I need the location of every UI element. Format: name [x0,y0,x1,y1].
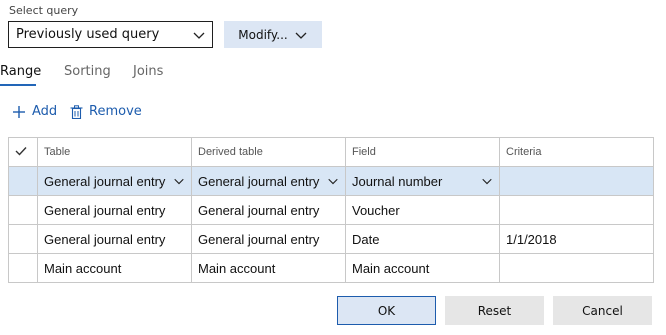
table-row[interactable]: General journal entry General journal en… [8,195,654,225]
criteria-cell[interactable] [499,166,654,196]
derived-table-cell[interactable]: General journal entry [191,166,346,196]
range-grid: Table Derived table Field Criteria Gener… [8,137,654,283]
criteria-cell[interactable] [499,195,654,225]
field-cell[interactable]: Main account [345,253,500,283]
table-row[interactable]: General journal entry General journal en… [8,224,654,254]
row-selector[interactable] [8,166,38,196]
tab-range[interactable]: Range [0,64,41,79]
trash-icon [70,104,83,119]
row-selector[interactable] [8,195,38,225]
active-tab-indicator [0,84,36,86]
select-all-checkbox[interactable] [8,137,38,167]
chevron-down-icon[interactable] [327,175,339,187]
column-header-table[interactable]: Table [37,137,192,167]
checkmark-icon [15,146,27,156]
table-cell[interactable]: General journal entry [37,224,192,254]
chevron-down-icon[interactable] [481,175,493,187]
criteria-cell[interactable]: 1/1/2018 [499,224,654,254]
ok-button[interactable]: OK [337,296,436,325]
row-selector[interactable] [8,224,38,254]
derived-table-cell-value: General journal entry [198,173,320,189]
remove-label: Remove [89,104,142,119]
table-cell[interactable]: Main account [37,253,192,283]
table-cell-value: General journal entry [44,173,166,189]
derived-table-cell[interactable]: General journal entry [191,195,346,225]
chevron-down-icon [193,32,205,39]
query-select-value: Previously used query [16,27,160,42]
field-cell[interactable]: Voucher [345,195,500,225]
field-cell[interactable]: Journal number [345,166,500,196]
table-cell[interactable]: General journal entry [37,195,192,225]
reset-button[interactable]: Reset [445,296,544,325]
query-select[interactable]: Previously used query [8,21,213,48]
add-button[interactable]: Add [12,104,57,119]
table-cell[interactable]: General journal entry [37,166,192,196]
field-cell[interactable]: Date [345,224,500,254]
column-header-criteria[interactable]: Criteria [499,137,654,167]
table-row[interactable]: General journal entry General journal en… [8,166,654,196]
add-label: Add [32,104,58,119]
table-row[interactable]: Main account Main account Main account [8,253,654,283]
tab-sorting[interactable]: Sorting [64,64,111,79]
column-header-field[interactable]: Field [345,137,500,167]
chevron-down-icon[interactable] [173,175,185,187]
plus-icon [13,105,25,118]
remove-button[interactable]: Remove [70,104,142,119]
modify-button[interactable]: Modify... [224,21,322,48]
grid-header-row: Table Derived table Field Criteria [8,137,654,167]
chevron-down-icon [295,32,307,39]
field-cell-value: Journal number [352,173,443,189]
select-query-label: Select query [9,4,79,17]
cancel-button[interactable]: Cancel [553,296,652,325]
criteria-cell[interactable] [499,253,654,283]
row-selector[interactable] [8,253,38,283]
column-header-derived-table[interactable]: Derived table [191,137,346,167]
derived-table-cell[interactable]: General journal entry [191,224,346,254]
tab-joins[interactable]: Joins [133,64,163,79]
derived-table-cell[interactable]: Main account [191,253,346,283]
modify-button-label: Modify... [238,27,288,42]
